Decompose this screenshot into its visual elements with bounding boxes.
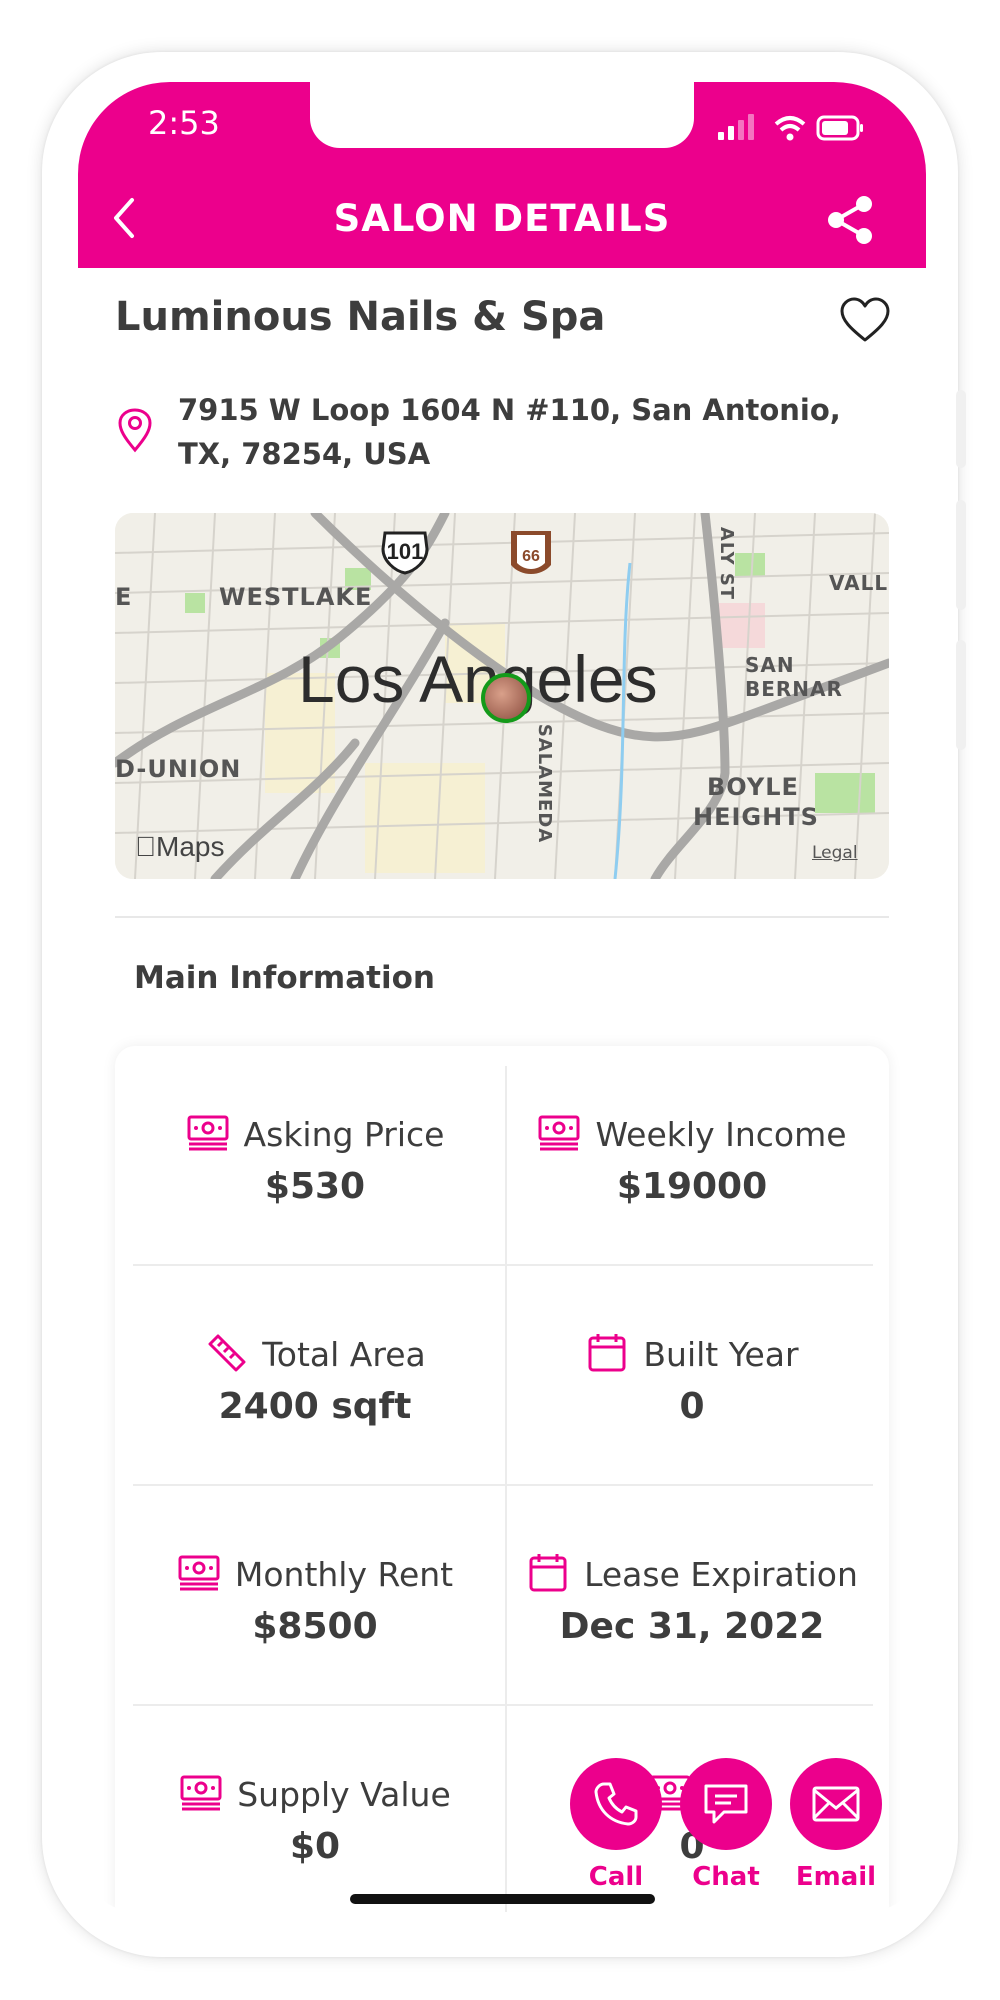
notch — [310, 82, 694, 148]
maps-provider-label: Maps — [135, 831, 224, 862]
favorite-heart-icon[interactable] — [838, 294, 892, 348]
info-label: Supply Value — [237, 1775, 451, 1814]
info-supply-value: Supply Value $0 — [130, 1706, 500, 1912]
info-value: $0 — [289, 1826, 341, 1867]
location-map[interactable]: 101 66 WESTLAKE E D-UNION BOYLE HEIGHTS … — [115, 513, 889, 879]
map-label: E — [115, 583, 133, 611]
info-total-area: Total Area 2400 sqft — [130, 1266, 500, 1486]
side-button — [956, 390, 966, 468]
info-lease-expiration: Lease Expiration Dec 31, 2022 — [507, 1486, 877, 1706]
section-divider — [115, 916, 889, 918]
info-label: Weekly Income — [595, 1115, 847, 1154]
phone-icon — [594, 1782, 638, 1826]
status-icons — [718, 114, 863, 141]
map-city-label: Los Angeles — [298, 642, 658, 716]
chat-button[interactable] — [680, 1758, 772, 1850]
map-label: VALLE — [829, 571, 889, 595]
map-label: HEIGHTS — [693, 803, 819, 831]
info-value: $8500 — [252, 1606, 378, 1647]
email-label[interactable]: Email — [776, 1862, 896, 1892]
info-value: $530 — [264, 1166, 366, 1207]
status-time: 2:53 — [148, 104, 220, 142]
calendar-icon — [588, 1334, 626, 1372]
info-label: Asking Price — [243, 1115, 445, 1154]
ruler-icon — [208, 1334, 246, 1372]
salon-map-marker[interactable] — [481, 673, 531, 723]
email-icon — [812, 1786, 860, 1822]
map-label: D-UNION — [115, 755, 242, 783]
page-title: SALON DETAILS — [333, 197, 671, 240]
main-information-card: Asking Price $530 Weekly Income $19000 T… — [115, 1046, 889, 1912]
main-information-title: Main Information — [134, 960, 435, 996]
info-value: 2400 sqft — [218, 1386, 412, 1427]
side-button — [956, 640, 966, 750]
money-icon — [178, 1555, 220, 1591]
svg-text:101: 101 — [387, 539, 424, 564]
email-button[interactable] — [790, 1758, 882, 1850]
share-icon[interactable] — [824, 194, 876, 246]
location-pin-icon — [118, 408, 152, 453]
info-weekly-income: Weekly Income $19000 — [507, 1046, 877, 1266]
apple-maps-logo: Maps — [135, 831, 224, 863]
map-legal-link[interactable]: Legal — [812, 843, 858, 863]
info-asking-price: Asking Price $530 — [130, 1046, 500, 1266]
svg-text:66: 66 — [522, 548, 540, 565]
calendar-icon — [529, 1554, 567, 1592]
app-screen: 2:53 SALON DETAILS Luminous Nails & Spa — [78, 82, 926, 1912]
chat-label[interactable]: Chat — [666, 1862, 786, 1892]
salon-name: Luminous Nails & Spa — [115, 294, 606, 340]
call-button[interactable] — [570, 1758, 662, 1850]
info-label: Lease Expiration — [584, 1555, 858, 1594]
chat-icon — [704, 1784, 748, 1824]
money-icon — [187, 1115, 229, 1151]
map-label: SAN BERNAR — [745, 653, 843, 701]
info-value: 0 — [679, 1386, 705, 1427]
money-icon — [180, 1775, 222, 1811]
info-value: Dec 31, 2022 — [559, 1606, 825, 1647]
money-icon — [538, 1115, 580, 1151]
salon-address: 7915 W Loop 1604 N #110, San Antonio, TX… — [178, 393, 841, 471]
info-label: Monthly Rent — [234, 1555, 454, 1594]
info-built-year: Built Year 0 — [507, 1266, 877, 1486]
map-label: WESTLAKE — [219, 583, 373, 611]
map-label: BOYLE — [707, 773, 799, 801]
info-value: $19000 — [616, 1166, 768, 1207]
map-label: SALAMEDA — [534, 723, 556, 844]
map-label: ALY ST — [716, 526, 738, 601]
side-button — [956, 500, 966, 610]
info-monthly-rent: Monthly Rent $8500 — [130, 1486, 500, 1706]
call-label[interactable]: Call — [556, 1862, 676, 1892]
info-label: Total Area — [262, 1335, 426, 1374]
home-indicator[interactable] — [350, 1894, 655, 1904]
info-label: Built Year — [643, 1335, 799, 1374]
app-header: 2:53 SALON DETAILS — [78, 82, 926, 268]
